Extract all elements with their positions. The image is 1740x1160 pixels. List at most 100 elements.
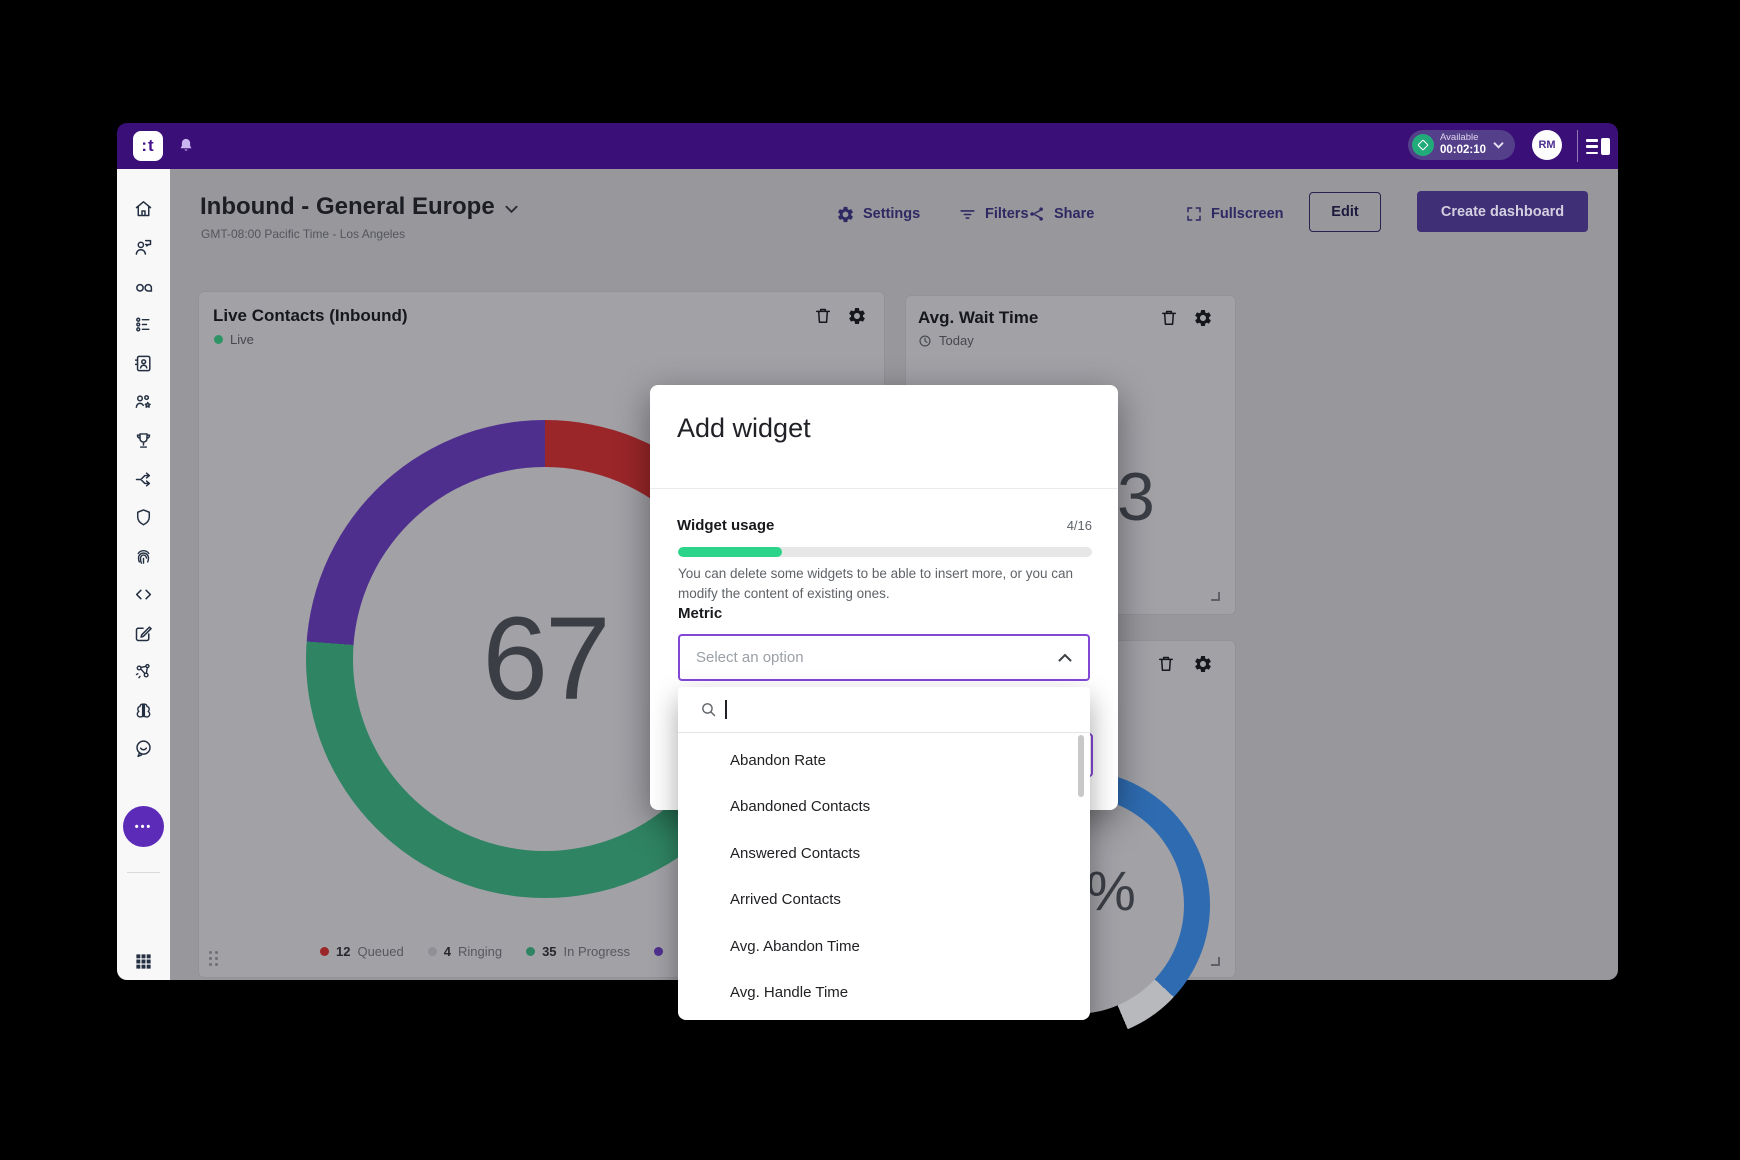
trash-icon [1156,654,1176,674]
fullscreen-label: Fullscreen [1211,206,1284,222]
gear-icon [1193,308,1213,328]
dropdown-search-input[interactable] [678,687,1090,733]
sidebar-item-automation[interactable] [130,658,157,685]
widget-title: Live Contacts (Inbound) [213,306,408,326]
sidebar-item-apps[interactable] [130,948,157,975]
sidebar-divider [127,872,160,873]
trash-icon [813,306,833,326]
agent-chat-icon [133,237,154,258]
widget-resize-handle[interactable] [1211,957,1220,966]
metric-select-placeholder: Select an option [696,649,1058,666]
filters-label: Filters [985,206,1029,222]
compose-icon [133,623,154,644]
usage-note: You can delete some widgets to be able t… [678,564,1110,603]
legend-dot-icon [428,947,437,956]
modal-divider [650,488,1118,489]
topbar-divider [1577,130,1578,162]
usage-progress-fill [678,547,782,557]
widget-drag-handle[interactable] [209,951,223,971]
metric-option[interactable]: Arrived Contacts [678,877,1078,923]
metric-option[interactable]: Avg. Handle Time [678,970,1078,1016]
status-available-icon [1412,134,1434,156]
create-dashboard-button[interactable]: Create dashboard [1417,191,1588,232]
dashboard-title[interactable]: Inbound - General Europe [200,193,518,221]
sidebar-item-security[interactable] [130,504,157,531]
period-label: Today [939,333,974,348]
user-avatar[interactable]: RM [1532,130,1562,160]
shield-icon [133,507,154,528]
filters-button[interactable]: Filters [958,202,1029,226]
chevron-down-icon [1493,142,1504,149]
share-icon [1028,205,1046,223]
widget-title: Avg. Wait Time [918,308,1038,328]
sidebar-item-recordings[interactable] [130,273,157,300]
share-button[interactable]: Share [1028,202,1094,226]
live-badge-label: Live [230,332,254,347]
text-cursor [725,700,727,719]
widget-settings-button[interactable] [1193,308,1213,328]
screen: :t Available 00:02:10 RM [0,0,1740,1160]
legend-dot-icon [526,947,535,956]
home-icon [133,198,154,219]
delete-widget-button[interactable] [1156,654,1176,674]
dashboard-timezone: GMT-08:00 Pacific Time - Los Angeles [201,227,405,241]
metric-option[interactable]: Abandoned Contacts [678,784,1078,830]
sidebar-item-team[interactable] [130,388,157,415]
metric-option[interactable]: Answered Contacts [678,830,1078,876]
fullscreen-icon [1185,205,1203,223]
automation-icon [133,661,154,682]
apps-grid-icon [134,952,153,971]
legend-item-queued: 12 Queued [320,944,404,959]
dropdown-scrollbar[interactable] [1078,735,1084,797]
recordings-icon [133,276,154,297]
sidebar-item-activity-feed[interactable] [130,311,157,338]
settings-button[interactable]: Settings [836,202,920,226]
metric-select[interactable]: Select an option [678,634,1090,681]
sidebar-item-ai[interactable] [130,697,157,724]
sidebar-more-button[interactable]: ••• [123,806,164,847]
dashboard-title-text: Inbound - General Europe [200,193,495,221]
sidebar-item-leaderboard[interactable] [130,427,157,454]
trash-icon [1159,308,1179,328]
search-icon [700,701,717,718]
agent-status-selector[interactable]: Available 00:02:10 [1408,130,1515,160]
metric-option[interactable]: Abandon Rate [678,737,1078,783]
live-badge: Live [214,332,254,347]
gear-icon [1193,654,1213,674]
chevron-up-icon [1058,653,1072,662]
sidebar-item-compose[interactable] [130,620,157,647]
sidebar-item-conversations[interactable] [130,234,157,261]
filter-icon [958,205,977,224]
sidebar-item-contacts[interactable] [130,350,157,377]
ai-brain-icon [133,700,154,721]
legend-dot-icon [320,947,329,956]
edit-button[interactable]: Edit [1309,192,1381,232]
sidebar-item-routing[interactable] [130,466,157,493]
legend-item-ringing: 4 Ringing [428,944,502,959]
workspace-panel-icon[interactable] [1586,138,1614,155]
top-app-bar [117,123,1618,169]
widget-settings-button[interactable] [847,306,867,326]
status-label: Available [1440,133,1486,143]
app-logo[interactable]: :t [133,131,163,161]
widget-settings-button[interactable] [1193,654,1213,674]
widget-resize-handle[interactable] [1211,592,1220,601]
live-dot-icon [214,335,223,344]
sidebar-item-identity[interactable] [130,543,157,570]
metric-options-dropdown: Abandon Rate Abandoned Contacts Answered… [678,687,1090,1020]
chat-smiley-icon [133,738,154,759]
sidebar-item-developer[interactable] [130,581,157,608]
create-dashboard-label: Create dashboard [1441,204,1564,220]
legend-item-hidden [654,947,663,956]
modal-title: Add widget [677,413,811,444]
delete-widget-button[interactable] [813,306,833,326]
sidebar-item-home[interactable] [130,195,157,222]
delete-widget-button[interactable] [1159,308,1179,328]
sidebar-item-feedback[interactable] [130,735,157,762]
donut-legend: 12 Queued 4 Ringing 35 In Progress [320,944,663,959]
usage-progress-bar [678,547,1092,557]
gauge-value-partial: % [1086,858,1136,923]
notifications-bell-icon[interactable] [177,137,195,155]
metric-option[interactable]: Avg. Abandon Time [678,923,1078,969]
fullscreen-button[interactable]: Fullscreen [1185,202,1284,226]
